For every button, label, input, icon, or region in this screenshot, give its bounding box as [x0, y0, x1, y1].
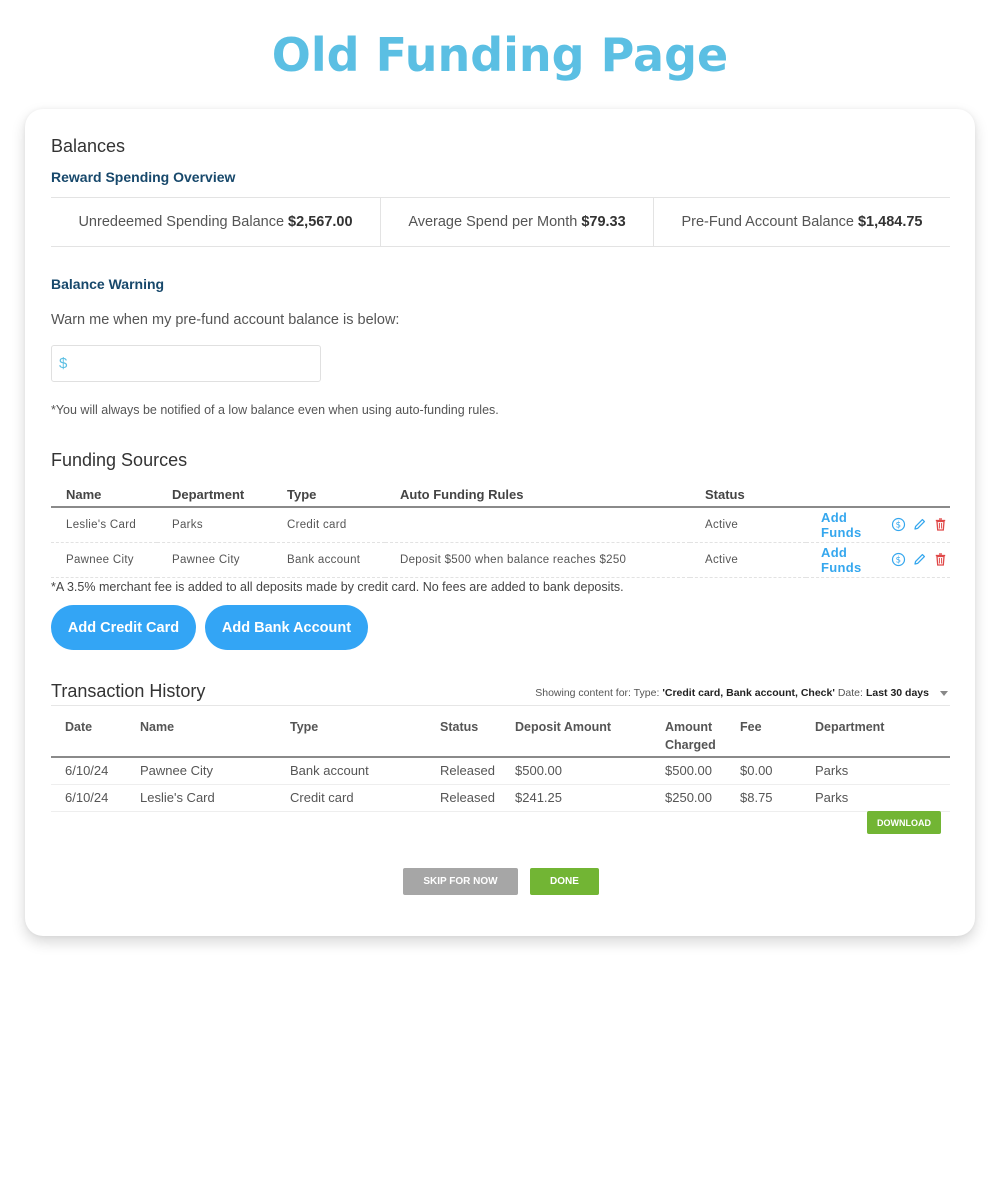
cell-status: Active — [690, 507, 806, 543]
balance-warning-input[interactable] — [67, 346, 320, 381]
skip-for-now-button[interactable]: SKIP FOR NOW — [403, 868, 518, 895]
column-header: Name — [126, 709, 276, 758]
column-header: Status — [426, 709, 501, 758]
cell-type: Credit card — [276, 784, 426, 812]
balance-warning-note: *You will always be notified of a low ba… — [51, 403, 499, 417]
funding-card: Balances Reward Spending Overview Unrede… — [25, 109, 975, 936]
trash-icon[interactable] — [933, 552, 948, 567]
balance-label: Average Spend per Month — [408, 214, 578, 230]
filter-prefix: Showing content for: Type: — [535, 687, 660, 699]
add-funds-link[interactable]: Add Funds — [821, 545, 878, 575]
pencil-icon[interactable] — [912, 552, 927, 567]
cell-deposit: $500.00 — [501, 757, 651, 785]
cell-department: Parks — [801, 784, 950, 812]
column-header-actions — [806, 487, 950, 508]
merchant-fee-note: *A 3.5% merchant fee is added to all dep… — [51, 580, 624, 594]
table-header-row: Name Department Type Auto Funding Rules … — [51, 487, 950, 508]
balance-value: $2,567.00 — [288, 214, 353, 230]
cell-type: Credit card — [272, 507, 385, 543]
cell-department: Pawnee City — [157, 542, 272, 578]
page-title: Old Funding Page — [271, 28, 729, 82]
transaction-filter[interactable]: Showing content for: Type: 'Credit card,… — [535, 687, 948, 699]
cell-name: Leslie's Card — [126, 784, 276, 812]
download-button[interactable]: DOWNLOAD — [867, 811, 941, 834]
column-header: Date — [51, 709, 126, 758]
balance-warning-field[interactable]: $ — [51, 345, 321, 382]
cell-rules: Deposit $500 when balance reaches $250 — [385, 542, 690, 578]
column-header: Status — [690, 487, 806, 508]
average-spend: Average Spend per Month $79.33 — [380, 198, 653, 246]
add-funds-link[interactable]: Add Funds — [821, 510, 878, 540]
cell-deposit: $241.25 — [501, 784, 651, 812]
cell-status: Released — [426, 784, 501, 812]
chevron-down-icon[interactable] — [940, 690, 948, 696]
cell-name: Pawnee City — [126, 757, 276, 785]
pencil-icon[interactable] — [912, 517, 927, 532]
cell-name: Pawnee City — [51, 542, 157, 578]
cell-fee: $8.75 — [726, 784, 801, 812]
cell-actions: Add Funds $ — [806, 507, 950, 543]
dollar-circle-icon[interactable]: $ — [891, 517, 906, 532]
table-row: Leslie's Card Parks Credit card Active A… — [51, 507, 950, 543]
column-header: Auto Funding Rules — [385, 487, 690, 508]
svg-text:$: $ — [896, 521, 902, 531]
cell-name: Leslie's Card — [51, 507, 157, 543]
cell-status: Released — [426, 757, 501, 785]
balance-value: $79.33 — [581, 214, 626, 230]
column-header: Deposit Amount — [501, 709, 651, 758]
cell-fee: $0.00 — [726, 757, 801, 785]
column-header: Department — [157, 487, 272, 508]
balance-warning-label: Warn me when my pre-fund account balance… — [51, 312, 400, 328]
reward-overview-heading: Reward Spending Overview — [51, 169, 236, 185]
column-header: Amount Charged — [651, 709, 726, 758]
table-row: 6/10/24 Leslie's Card Credit card Releas… — [51, 784, 950, 812]
balance-label: Pre-Fund Account Balance — [681, 214, 854, 230]
column-header: Type — [272, 487, 385, 508]
balance-value: $1,484.75 — [857, 214, 923, 230]
cell-status: Active — [690, 542, 806, 578]
funding-sources-table: Name Department Type Auto Funding Rules … — [51, 487, 950, 578]
table-row: Pawnee City Pawnee City Bank account Dep… — [51, 542, 950, 578]
filter-type-value: 'Credit card, Bank account, Check' — [662, 687, 835, 699]
dollar-prefix: $ — [59, 355, 68, 372]
prefund-balance: Pre-Fund Account Balance $1,484.75 — [653, 198, 950, 246]
add-bank-account-button[interactable]: Add Bank Account — [205, 605, 368, 650]
table-row: 6/10/24 Pawnee City Bank account Release… — [51, 757, 950, 785]
trash-icon[interactable] — [933, 517, 948, 532]
svg-text:$: $ — [896, 556, 902, 566]
filter-date-value: Last 30 days — [865, 687, 929, 699]
divider — [51, 705, 950, 706]
dollar-circle-icon[interactable]: $ — [891, 552, 906, 567]
column-header: Fee — [726, 709, 801, 758]
column-header: Name — [51, 487, 157, 508]
filter-date-label: Date: — [837, 687, 863, 699]
cell-date: 6/10/24 — [51, 784, 126, 812]
cell-charged: $500.00 — [651, 757, 726, 785]
cell-department: Parks — [157, 507, 272, 543]
cell-date: 6/10/24 — [51, 757, 126, 785]
funding-sources-heading: Funding Sources — [51, 450, 188, 470]
cell-rules — [385, 507, 690, 543]
cell-type: Bank account — [272, 542, 385, 578]
add-credit-card-button[interactable]: Add Credit Card — [51, 605, 196, 650]
cell-actions: Add Funds $ — [806, 542, 950, 578]
balances-heading: Balances — [51, 136, 126, 156]
transaction-history-heading: Transaction History — [51, 681, 206, 701]
column-header: Type — [276, 709, 426, 758]
table-header-row: Date Name Type Status Deposit Amount Amo… — [51, 709, 950, 758]
balance-label: Unredeemed Spending Balance — [78, 214, 285, 230]
balance-warning-heading: Balance Warning — [51, 276, 165, 292]
unredeemed-balance: Unredeemed Spending Balance $2,567.00 — [51, 198, 380, 246]
balance-summary: Unredeemed Spending Balance $2,567.00 Av… — [51, 197, 950, 247]
column-header: Department — [801, 709, 950, 758]
done-button[interactable]: DONE — [530, 868, 599, 895]
cell-type: Bank account — [276, 757, 426, 785]
cell-charged: $250.00 — [651, 784, 726, 812]
cell-department: Parks — [801, 757, 950, 785]
transaction-history-table: Date Name Type Status Deposit Amount Amo… — [51, 709, 950, 812]
